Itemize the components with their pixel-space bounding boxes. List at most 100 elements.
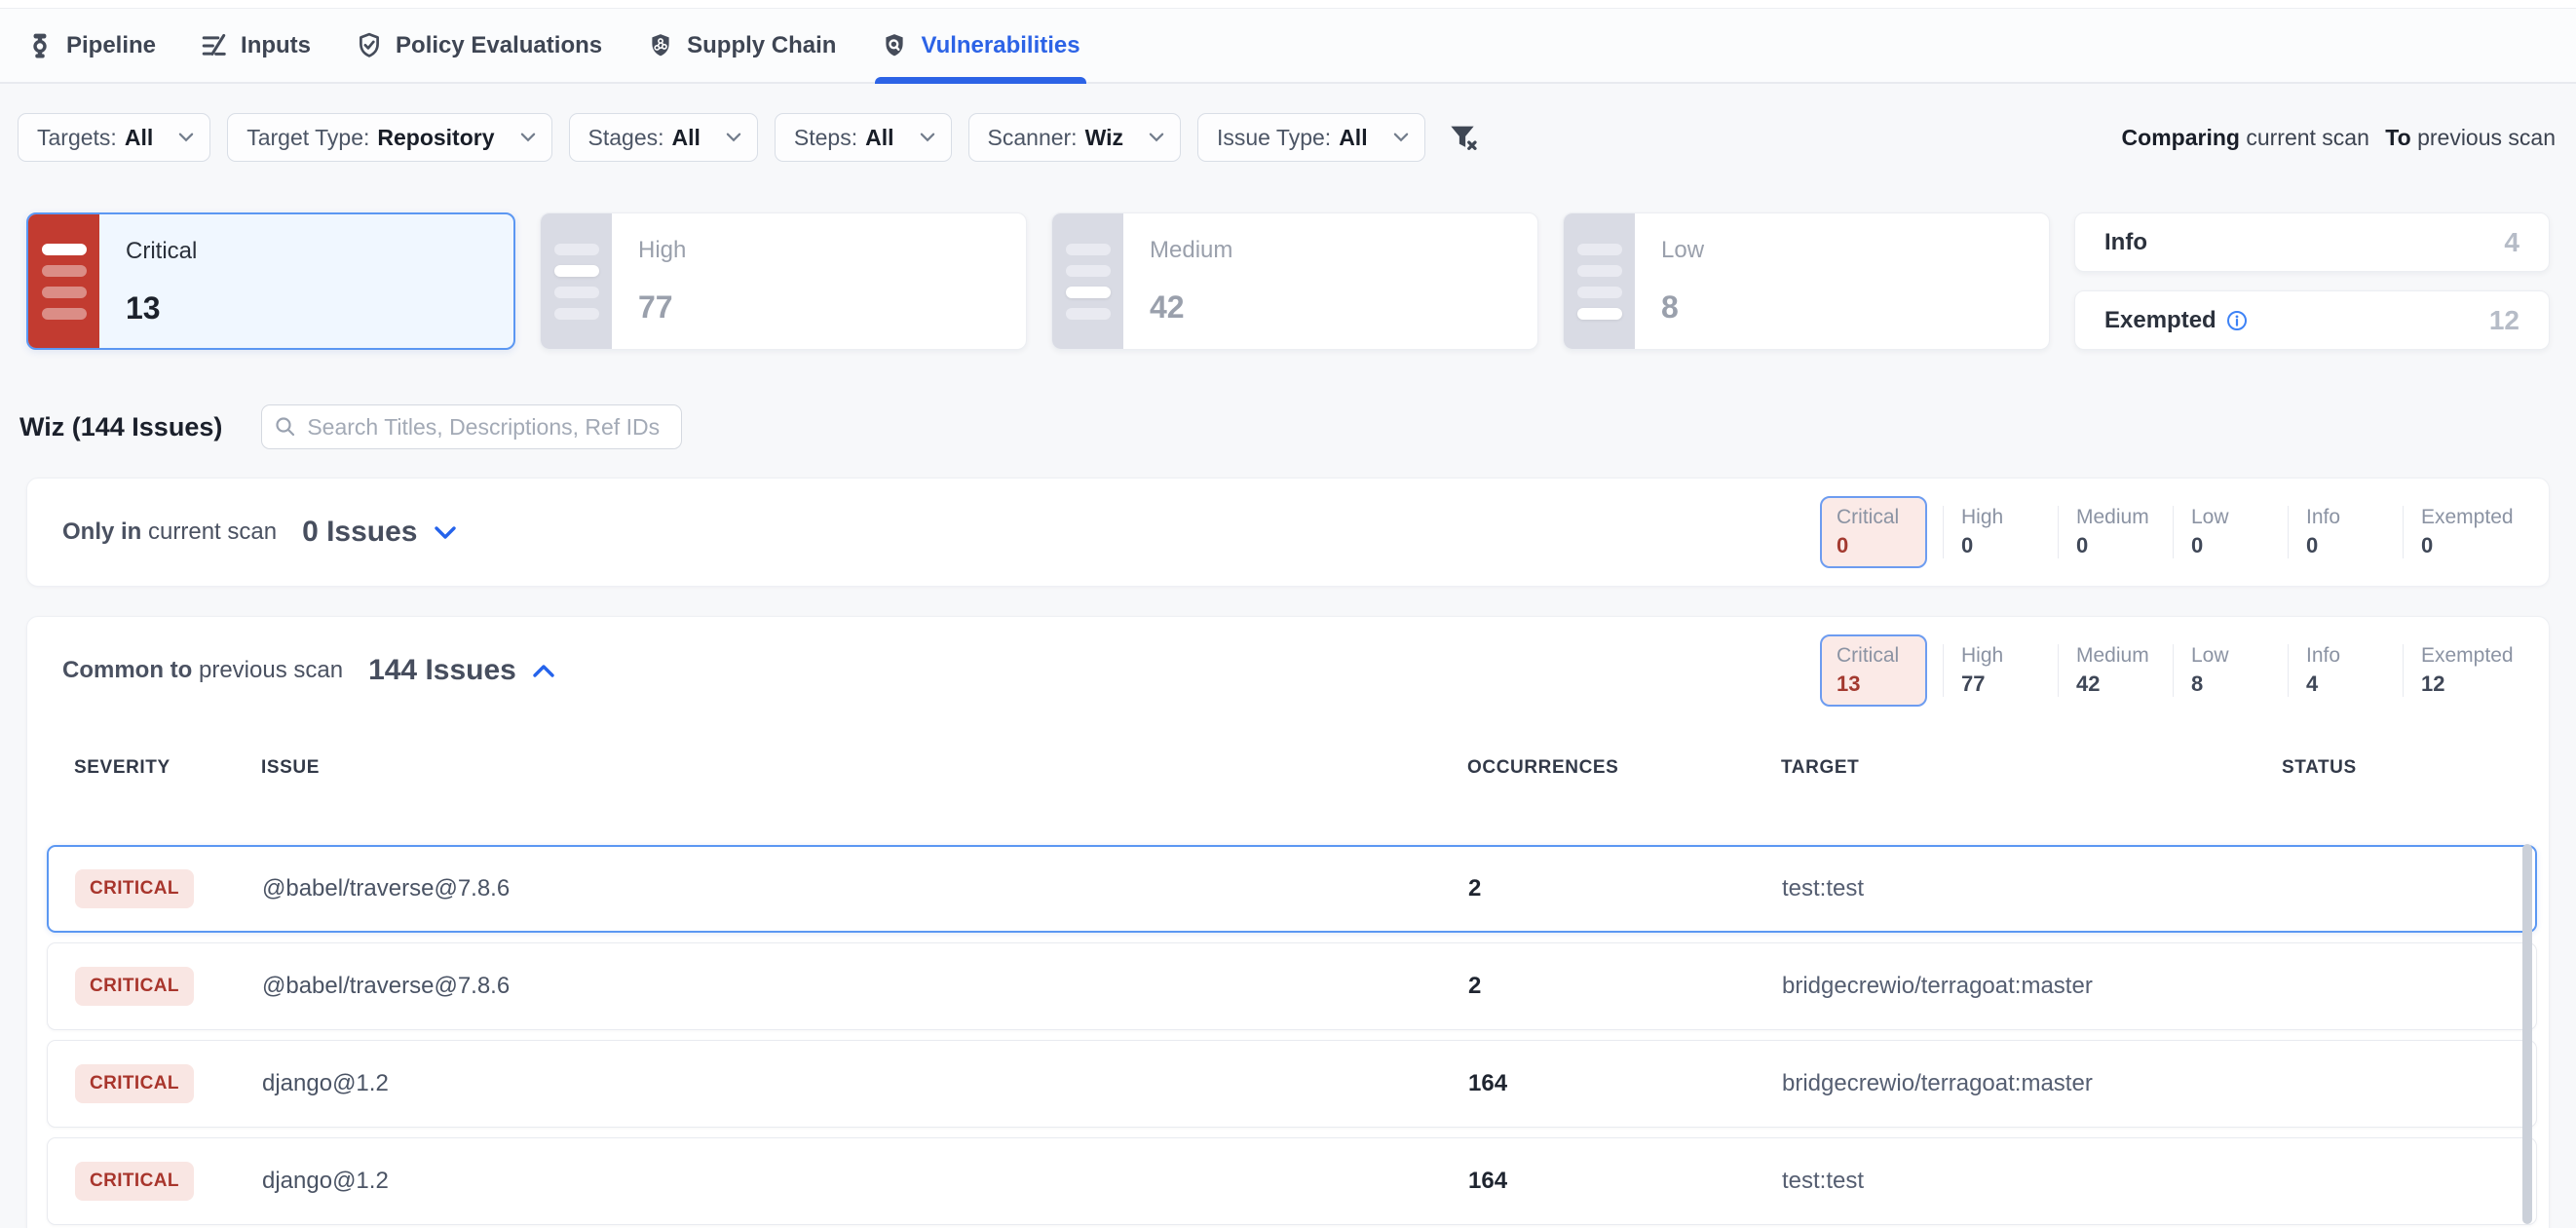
exempted-card-count: 12 [2489, 305, 2519, 336]
chip-value: 12 [2421, 672, 2518, 697]
filter-value: All [865, 125, 893, 151]
chip-value: 0 [2306, 533, 2403, 558]
section-label: Common to previous scan [62, 657, 343, 684]
filter-label: Steps: [794, 125, 857, 151]
issue-cell: @babel/traverse@7.8.6 [262, 875, 1468, 902]
chevron-down-icon [1149, 133, 1164, 142]
severity-bars-icon [28, 214, 99, 348]
severity-card-high[interactable]: High 77 [540, 212, 1027, 350]
chip-critical[interactable]: Critical 0 [1820, 496, 1927, 568]
info-icon[interactable] [2226, 310, 2248, 331]
policy-evaluations-icon [356, 32, 383, 59]
filter-scanner[interactable]: Scanner: Wiz [968, 113, 1181, 162]
filter-value: All [672, 125, 701, 151]
chip-label: Medium [2076, 644, 2173, 668]
search-input[interactable] [261, 404, 682, 449]
target-cell: test:test [1782, 875, 2283, 902]
clear-filters-icon[interactable] [1448, 123, 1479, 152]
section-label-bold: Only in [62, 518, 141, 545]
tab-supply-chain[interactable]: Supply Chain [647, 9, 836, 82]
issues-table: CRITICAL @babel/traverse@7.8.6 2 test:te… [47, 845, 2537, 1225]
filter-steps[interactable]: Steps: All [775, 113, 952, 162]
chip-medium[interactable]: Medium 0 [2058, 506, 2173, 558]
main-tab-bar: Pipeline Inputs Policy Evaluations [0, 8, 2576, 84]
vulnerabilities-icon [881, 32, 908, 59]
chip-value: 42 [2076, 672, 2173, 697]
table-row[interactable]: CRITICAL @babel/traverse@7.8.6 2 test:te… [47, 845, 2537, 933]
chip-high[interactable]: High 0 [1943, 506, 2058, 558]
info-card-count: 4 [2504, 227, 2519, 258]
info-exempted-column: Info 4 Exempted 12 [2074, 212, 2550, 350]
chevron-down-icon [920, 133, 935, 142]
filter-label: Targets: [37, 125, 117, 151]
chip-low[interactable]: Low 8 [2173, 644, 2288, 697]
tab-policy-evaluations[interactable]: Policy Evaluations [356, 9, 602, 82]
chevron-up-icon[interactable] [532, 664, 555, 678]
severity-badge: CRITICAL [75, 869, 194, 908]
chip-medium[interactable]: Medium 42 [2058, 644, 2173, 697]
table-row[interactable]: CRITICAL django@1.2 164 test:test [47, 1137, 2537, 1225]
filter-label: Scanner: [988, 125, 1078, 151]
chip-value: 4 [2306, 672, 2403, 697]
occurrences-cell: 164 [1468, 1168, 1782, 1195]
tab-inputs[interactable]: Inputs [201, 9, 311, 82]
severity-card-medium[interactable]: Medium 42 [1051, 212, 1538, 350]
issue-cell: django@1.2 [262, 1168, 1468, 1195]
table-header: SEVERITY ISSUE OCCURRENCES TARGET STATUS [74, 744, 2537, 792]
chevron-down-icon[interactable] [434, 525, 457, 540]
table-row[interactable]: CRITICAL django@1.2 164 bridgecrewio/ter… [47, 1040, 2537, 1128]
chip-value: 13 [1837, 672, 1911, 697]
section-label: Only in current scan [62, 518, 277, 546]
filter-targets[interactable]: Targets: All [18, 113, 210, 162]
chip-label: High [1961, 506, 2058, 529]
chip-exempted[interactable]: Exempted 0 [2403, 506, 2518, 558]
scanner-row: Wiz (144 Issues) [19, 404, 2576, 449]
target-cell: bridgecrewio/terragoat:master [1782, 1070, 2283, 1097]
section-label-bold: Common to [62, 657, 192, 683]
severity-card-low[interactable]: Low 8 [1563, 212, 2050, 350]
exempted-card[interactable]: Exempted 12 [2074, 290, 2550, 350]
filter-target-type[interactable]: Target Type: Repository [227, 113, 551, 162]
common-to-previous-scan-section: Common to previous scan 144 Issues Criti… [26, 616, 2550, 1228]
severity-bars-icon [541, 213, 612, 349]
filter-label: Issue Type: [1217, 125, 1331, 151]
chip-exempted[interactable]: Exempted 12 [2403, 644, 2518, 697]
severity-card-count: 13 [126, 290, 197, 326]
filter-value: All [125, 125, 153, 151]
filter-stages[interactable]: Stages: All [569, 113, 758, 162]
chip-value: 0 [1837, 533, 1911, 558]
severity-badge: CRITICAL [75, 1064, 194, 1103]
occurrences-cell: 2 [1468, 973, 1782, 1000]
table-row[interactable]: CRITICAL @babel/traverse@7.8.6 2 bridgec… [47, 942, 2537, 1030]
chip-label: Critical [1837, 506, 1911, 529]
chip-info[interactable]: Info 0 [2288, 506, 2403, 558]
severity-card-count: 77 [638, 289, 686, 326]
tab-vulnerabilities[interactable]: Vulnerabilities [881, 9, 1080, 82]
supply-chain-icon [647, 32, 674, 59]
tab-pipeline[interactable]: Pipeline [26, 9, 156, 82]
chip-info[interactable]: Info 4 [2288, 644, 2403, 697]
chevron-down-icon [1393, 133, 1409, 142]
issue-cell: django@1.2 [262, 1070, 1468, 1097]
chip-critical[interactable]: Critical 13 [1820, 634, 1927, 707]
info-card[interactable]: Info 4 [2074, 212, 2550, 272]
severity-chips: Critical 0 High 0 Medium 0 Low 0 Info 0 … [1820, 496, 2518, 568]
severity-card-critical[interactable]: Critical 13 [26, 212, 515, 350]
chip-value: 0 [2076, 533, 2173, 558]
only-in-current-scan-section: Only in current scan 0 Issues Critical 0… [26, 478, 2550, 587]
column-status: STATUS [2282, 757, 2537, 779]
table-scrollbar[interactable] [2522, 844, 2532, 1224]
filter-issue-type[interactable]: Issue Type: All [1197, 113, 1425, 162]
section-issue-count: 144 Issues [368, 654, 516, 687]
chip-high[interactable]: High 77 [1943, 644, 2058, 697]
target-cell: test:test [1782, 1168, 2283, 1195]
chevron-down-icon [520, 133, 536, 142]
search-box [261, 404, 682, 449]
severity-card-label: Low [1661, 237, 1704, 264]
tab-label: Pipeline [66, 32, 156, 59]
chip-label: Low [2191, 506, 2288, 529]
chip-label: Low [2191, 644, 2288, 668]
chip-low[interactable]: Low 0 [2173, 506, 2288, 558]
section-label-rest: current scan [148, 518, 277, 545]
info-card-label: Info [2104, 229, 2147, 256]
